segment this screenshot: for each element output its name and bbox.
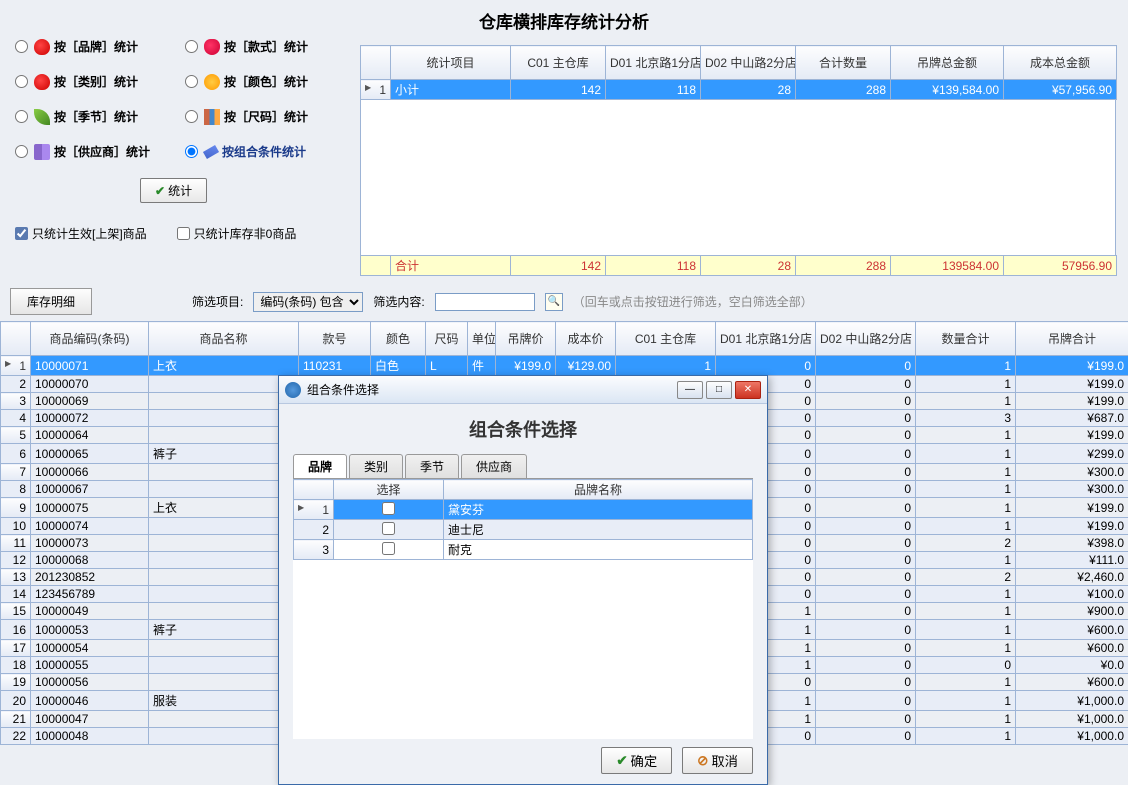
combo-condition-dialog: 组合条件选择 — □ ✕ 组合条件选择 品牌类别季节供应商 选择品牌名称 1黛安… bbox=[278, 375, 768, 785]
book-icon bbox=[34, 144, 50, 160]
stat-option-7[interactable]: 按组合条件统计 bbox=[185, 143, 345, 160]
summary-col-d02: D02 中山路2分店 bbox=[701, 46, 796, 80]
detail-col-4: 尺码 bbox=[426, 322, 468, 356]
summary-row-subtotal[interactable]: 1 小计 142 118 28 288 ¥139,584.00 ¥57,956.… bbox=[361, 80, 1117, 100]
row-checkbox[interactable] bbox=[382, 522, 395, 535]
maximize-button[interactable]: □ bbox=[706, 381, 732, 399]
dialog-tab-类别[interactable]: 类别 bbox=[349, 454, 403, 478]
minimize-button[interactable]: — bbox=[677, 381, 703, 399]
detail-toolbar: 库存明细 筛选项目: 编码(条码) 包含 筛选内容: 🔍 （回车或点击按钮进行筛… bbox=[0, 282, 1128, 321]
summary-col-d01: D01 北京路1分店 bbox=[606, 46, 701, 80]
stat-option-1[interactable]: 按［款式］统计 bbox=[185, 38, 345, 55]
close-button[interactable]: ✕ bbox=[735, 381, 761, 399]
dialog-ok-button[interactable]: 确定 bbox=[601, 747, 672, 774]
pen-icon bbox=[203, 145, 219, 159]
detail-col-7: 成本价 bbox=[556, 322, 616, 356]
dialog-heading: 组合条件选择 bbox=[279, 416, 767, 442]
dlg-col-brand: 品牌名称 bbox=[444, 480, 753, 500]
detail-row[interactable]: 110000071上衣110231白色L件¥199.0¥129.001001¥1… bbox=[1, 356, 1128, 376]
row-checkbox[interactable] bbox=[382, 542, 395, 555]
detail-col-6: 吊牌价 bbox=[496, 322, 556, 356]
summary-col-qty: 合计数量 bbox=[796, 46, 891, 80]
detail-col-9: D01 北京路1分店 bbox=[716, 322, 816, 356]
summary-panel: 统计项目 C01 主仓库 D01 北京路1分店 D02 中山路2分店 合计数量 … bbox=[360, 45, 1128, 282]
tab-stock-detail[interactable]: 库存明细 bbox=[10, 288, 92, 315]
filter-label: 筛选项目: bbox=[192, 293, 243, 310]
stat-option-3[interactable]: 按［颜色］统计 bbox=[185, 73, 345, 90]
filter-hint: （回车或点击按钮进行筛选，空白筛选全部） bbox=[573, 293, 813, 310]
dialog-tab-供应商[interactable]: 供应商 bbox=[461, 454, 527, 478]
page-title: 仓库横排库存统计分析 bbox=[0, 8, 1128, 33]
detail-col-8: C01 主仓库 bbox=[616, 322, 716, 356]
detail-col-10: D02 中山路2分店 bbox=[816, 322, 916, 356]
leaf-icon bbox=[34, 109, 50, 125]
detail-col-2: 款号 bbox=[299, 322, 371, 356]
dialog-cancel-button[interactable]: 取消 bbox=[682, 747, 753, 774]
stat-option-6[interactable]: 按［供应商］统计 bbox=[15, 143, 175, 160]
dialog-row[interactable]: 2迪士尼 bbox=[294, 520, 753, 540]
dlg-col-select: 选择 bbox=[334, 480, 444, 500]
summary-col-item: 统计项目 bbox=[391, 46, 511, 80]
summary-col-tag: 吊牌总金额 bbox=[891, 46, 1004, 80]
stat-button[interactable]: 统计 bbox=[140, 178, 207, 203]
filter-content-label: 筛选内容: bbox=[373, 293, 424, 310]
detail-col-12: 吊牌合计 bbox=[1016, 322, 1128, 356]
straw-icon bbox=[204, 39, 220, 55]
stat-option-0[interactable]: 按［品牌］统计 bbox=[15, 38, 175, 55]
summary-row-total: 合计 142 118 28 288 139584.00 57956.90 bbox=[361, 256, 1117, 276]
stat-option-2[interactable]: 按［类别］统计 bbox=[15, 73, 175, 90]
face-icon bbox=[204, 74, 220, 90]
chart-icon bbox=[204, 109, 220, 125]
apple-icon bbox=[34, 74, 50, 90]
dialog-row[interactable]: 1黛安芬 bbox=[294, 500, 753, 520]
dialog-icon bbox=[285, 382, 301, 398]
dialog-row[interactable]: 3耐克 bbox=[294, 540, 753, 560]
dialog-tab-品牌[interactable]: 品牌 bbox=[293, 454, 347, 478]
filter-go-button[interactable]: 🔍 bbox=[545, 293, 563, 311]
dialog-tab-季节[interactable]: 季节 bbox=[405, 454, 459, 478]
summary-col-c01: C01 主仓库 bbox=[511, 46, 606, 80]
row-checkbox[interactable] bbox=[382, 502, 395, 515]
stat-options-panel: 按［品牌］统计按［款式］统计按［类别］统计按［颜色］统计按［季节］统计按［尺码］… bbox=[0, 0, 360, 282]
detail-col-5: 单位 bbox=[468, 322, 496, 356]
summary-col-cost: 成本总金额 bbox=[1004, 46, 1117, 80]
filter-input[interactable] bbox=[435, 293, 535, 311]
detail-col-0: 商品编码(条码) bbox=[31, 322, 149, 356]
stat-option-4[interactable]: 按［季节］统计 bbox=[15, 108, 175, 125]
detail-col-3: 颜色 bbox=[371, 322, 426, 356]
filter-field-select[interactable]: 编码(条码) 包含 bbox=[253, 292, 363, 312]
detail-col-11: 数量合计 bbox=[916, 322, 1016, 356]
check-onshelf[interactable]: 只统计生效[上架]商品 bbox=[15, 225, 147, 242]
detail-col-1: 商品名称 bbox=[149, 322, 299, 356]
check-nonzero[interactable]: 只统计库存非0商品 bbox=[177, 225, 297, 242]
apple-icon bbox=[34, 39, 50, 55]
dialog-title: 组合条件选择 bbox=[307, 381, 674, 398]
stat-option-5[interactable]: 按［尺码］统计 bbox=[185, 108, 345, 125]
